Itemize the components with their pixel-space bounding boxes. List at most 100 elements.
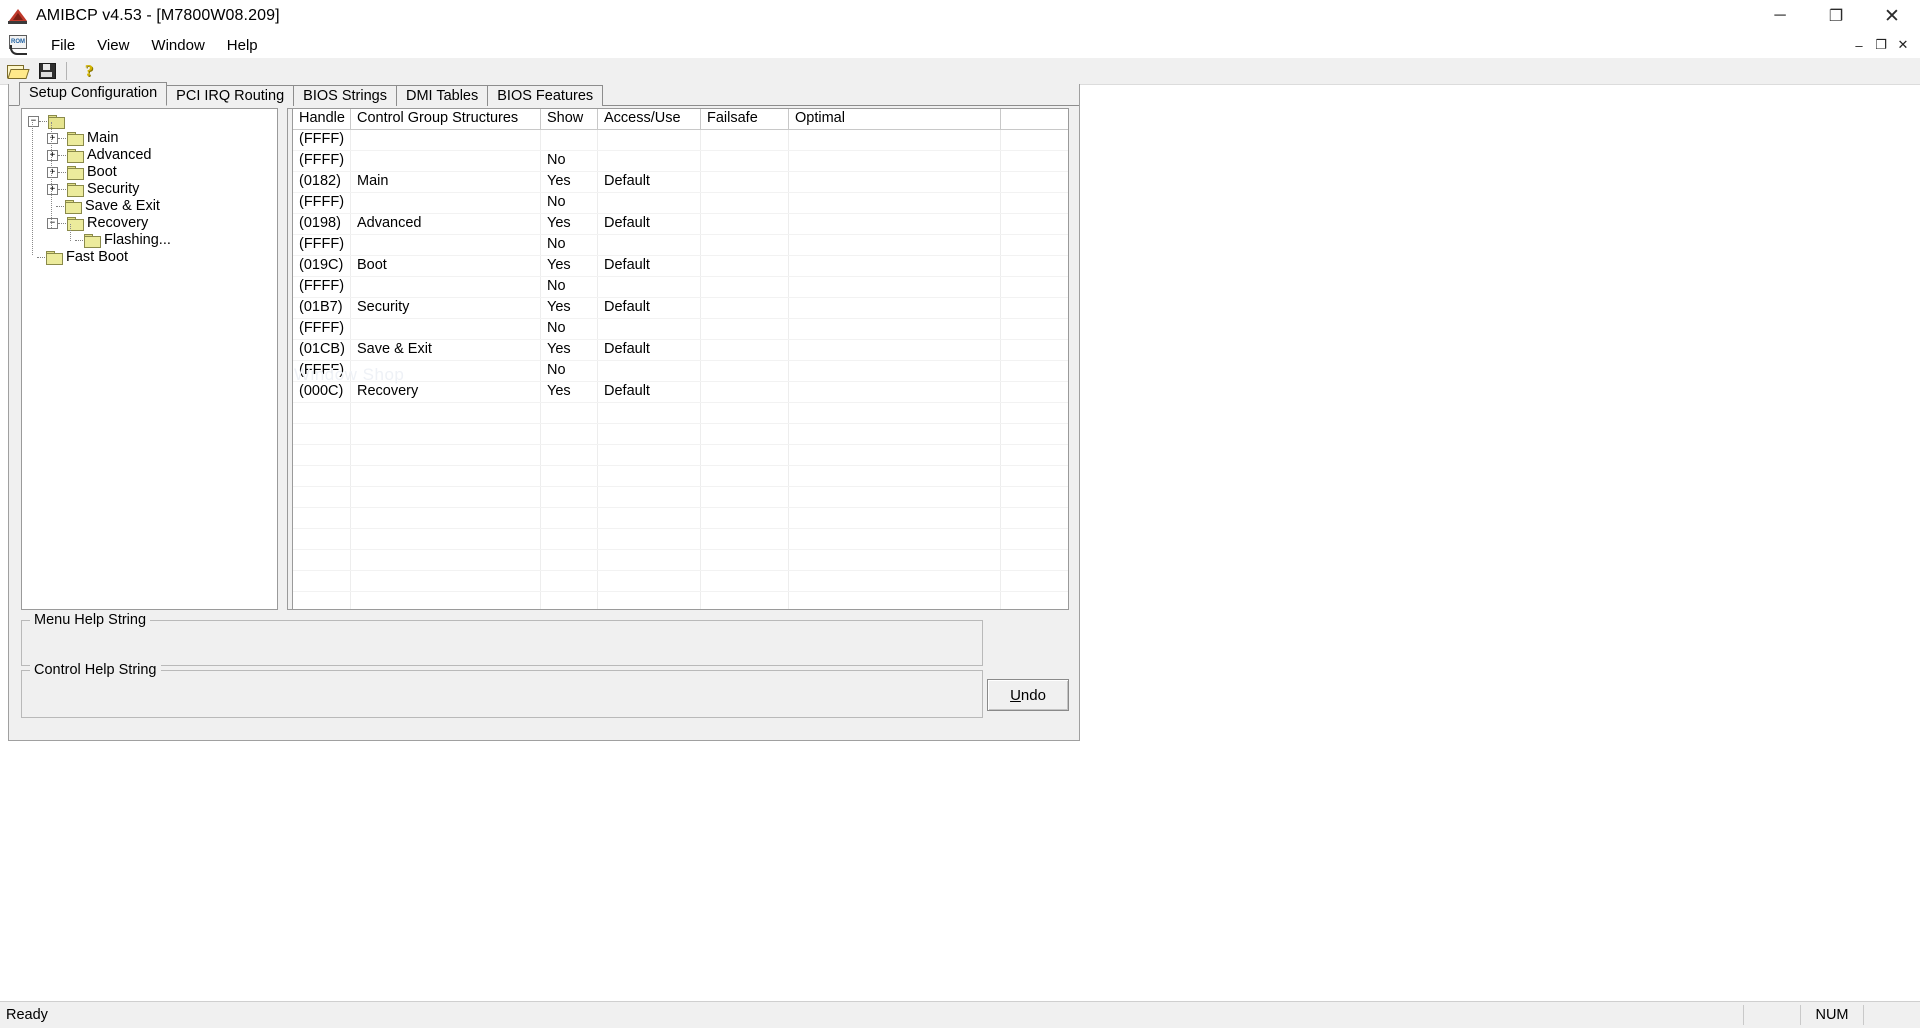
list-row[interactable]: (FFFF) No (293, 277, 1068, 298)
list-cell-failsafe[interactable] (701, 277, 789, 297)
list-cell-structure[interactable] (351, 130, 541, 150)
list-cell-handle[interactable]: (FFFF) (293, 130, 351, 150)
list-cell-optimal[interactable] (789, 298, 1001, 318)
list-cell-structure[interactable] (351, 193, 541, 213)
tab-pci-irq-routing[interactable]: PCI IRQ Routing (166, 85, 295, 106)
expand-icon[interactable]: + (47, 150, 58, 161)
list-cell-optimal[interactable] (789, 193, 1001, 213)
list-cell-show[interactable]: Yes (541, 340, 598, 360)
expand-icon[interactable]: + (47, 133, 58, 144)
list-cell-show[interactable]: No (541, 151, 598, 171)
tree-node-fast-boot[interactable]: Fast Boot (28, 249, 277, 266)
list-cell-optimal[interactable] (789, 151, 1001, 171)
list-cell-failsafe[interactable] (701, 256, 789, 276)
list-column-header-access-use[interactable]: Access/Use (598, 109, 701, 129)
list-cell-structure[interactable]: Advanced (351, 214, 541, 234)
list-cell-show[interactable]: Yes (541, 172, 598, 192)
list-cell-handle[interactable]: (0198) (293, 214, 351, 234)
list-cell-failsafe[interactable] (701, 298, 789, 318)
list-cell-show[interactable]: No (541, 277, 598, 297)
list-cell-access[interactable] (598, 235, 701, 255)
tree-node-flashing[interactable]: Flashing... (28, 232, 277, 249)
list-row[interactable]: (FFFF) (293, 130, 1068, 151)
list-cell-failsafe[interactable] (701, 361, 789, 381)
maximize-button[interactable]: ❐ (1808, 0, 1864, 32)
list-cell-access[interactable] (598, 193, 701, 213)
list-cell-access[interactable]: Default (598, 382, 701, 402)
list-cell-show[interactable]: No (541, 361, 598, 381)
save-file-button[interactable] (34, 59, 60, 83)
setup-tree-panel[interactable]: − + Main + Advanced + Boot + Security Save & Exit… (21, 108, 278, 610)
close-button[interactable]: ✕ (1864, 0, 1920, 32)
list-cell-show[interactable] (541, 130, 598, 150)
tree-node-recovery[interactable]: − Recovery (28, 215, 277, 232)
list-cell-failsafe[interactable] (701, 214, 789, 234)
list-cell-structure[interactable]: Recovery (351, 382, 541, 402)
collapse-icon[interactable]: − (47, 218, 58, 229)
tree-node-security[interactable]: + Security (28, 181, 277, 198)
list-cell-show[interactable]: No (541, 193, 598, 213)
list-cell-failsafe[interactable] (701, 319, 789, 339)
mdi-restore-button[interactable]: ❐ (1870, 34, 1892, 56)
list-row[interactable]: (000C) Recovery Yes Default (293, 382, 1068, 403)
list-cell-optimal[interactable] (789, 361, 1001, 381)
list-cell-structure[interactable] (351, 319, 541, 339)
list-cell-show[interactable]: Yes (541, 382, 598, 402)
list-row[interactable]: (0182) Main Yes Default (293, 172, 1068, 193)
help-button[interactable]: ? (76, 59, 102, 83)
list-column-header-control-group-structures[interactable]: Control Group Structures (351, 109, 541, 129)
list-column-header-handle[interactable]: Handle (293, 109, 351, 129)
list-cell-handle[interactable]: (01CB) (293, 340, 351, 360)
list-column-header-show[interactable]: Show (541, 109, 598, 129)
list-header-row[interactable]: Handle Control Group Structures Show Access… (293, 109, 1068, 130)
list-cell-access[interactable] (598, 277, 701, 297)
collapse-icon[interactable]: − (28, 116, 39, 127)
list-cell-handle[interactable]: (FFFF) (293, 193, 351, 213)
undo-button[interactable]: Undo (987, 679, 1069, 711)
list-cell-failsafe[interactable] (701, 340, 789, 360)
mdi-minimize-button[interactable]: – (1848, 34, 1870, 56)
list-cell-failsafe[interactable] (701, 130, 789, 150)
list-cell-handle[interactable]: (000C) (293, 382, 351, 402)
tab-bios-strings[interactable]: BIOS Strings (293, 85, 397, 106)
list-row[interactable]: (01CB) Save & Exit Yes Default (293, 340, 1068, 361)
list-cell-handle[interactable]: (FFFF) (293, 277, 351, 297)
list-cell-show[interactable]: No (541, 235, 598, 255)
list-cell-handle[interactable]: (01B7) (293, 298, 351, 318)
list-row[interactable]: (FFFF) No (293, 193, 1068, 214)
list-cell-optimal[interactable] (789, 319, 1001, 339)
list-cell-optimal[interactable] (789, 214, 1001, 234)
list-cell-failsafe[interactable] (701, 382, 789, 402)
tab-setup-configuration[interactable]: Setup Configuration (19, 82, 168, 106)
tree-node-main[interactable]: + Main (28, 130, 277, 147)
list-cell-handle[interactable]: (FFFF) (293, 151, 351, 171)
list-cell-show[interactable]: Yes (541, 214, 598, 234)
expand-icon[interactable]: + (47, 184, 58, 195)
list-row[interactable]: (FFFF) No (293, 319, 1068, 340)
list-cell-structure[interactable]: Main (351, 172, 541, 192)
list-cell-failsafe[interactable] (701, 172, 789, 192)
list-cell-optimal[interactable] (789, 172, 1001, 192)
list-cell-optimal[interactable] (789, 382, 1001, 402)
tab-bios-features[interactable]: BIOS Features (487, 85, 604, 106)
list-cell-access[interactable]: Default (598, 340, 701, 360)
list-cell-show[interactable]: No (541, 319, 598, 339)
mdi-close-button[interactable]: ✕ (1892, 34, 1914, 56)
control-group-list[interactable]: Handle Control Group Structures Show Access… (287, 108, 1069, 610)
list-cell-handle[interactable]: (0182) (293, 172, 351, 192)
list-row[interactable]: (FFFF) No (293, 151, 1068, 172)
list-row[interactable]: (0198) Advanced Yes Default (293, 214, 1068, 235)
list-row[interactable]: (FFFF) No (293, 235, 1068, 256)
tab-dmi-tables[interactable]: DMI Tables (395, 85, 489, 106)
list-cell-structure[interactable] (351, 277, 541, 297)
expand-icon[interactable]: + (47, 167, 58, 178)
list-cell-failsafe[interactable] (701, 193, 789, 213)
list-cell-handle[interactable]: (019C) (293, 256, 351, 276)
list-cell-optimal[interactable] (789, 340, 1001, 360)
list-cell-show[interactable]: Yes (541, 298, 598, 318)
list-cell-structure[interactable]: Security (351, 298, 541, 318)
list-cell-optimal[interactable] (789, 130, 1001, 150)
list-cell-structure[interactable] (351, 235, 541, 255)
list-cell-access[interactable] (598, 130, 701, 150)
list-cell-handle[interactable]: (FFFF) (293, 235, 351, 255)
